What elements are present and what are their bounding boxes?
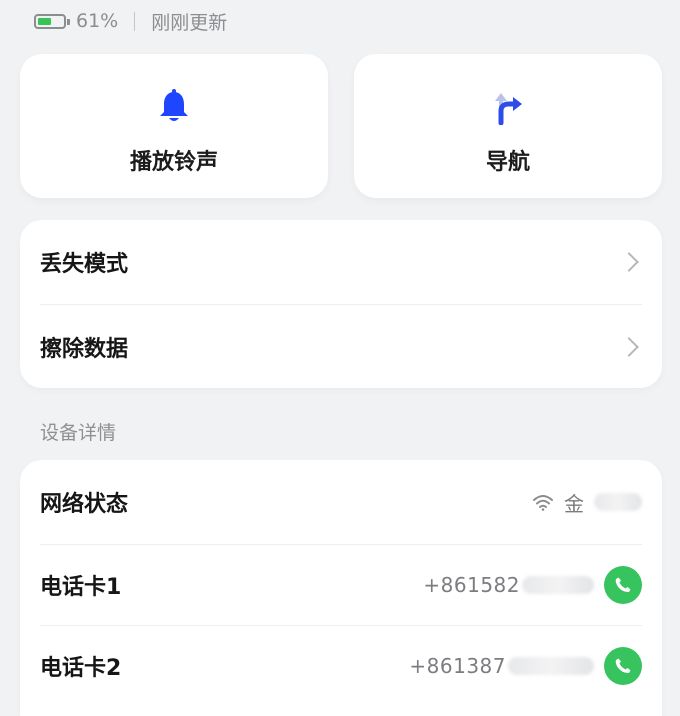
sim-card-1-label: 电话卡1 [40, 575, 122, 600]
call-sim-card-1-button[interactable] [604, 566, 642, 604]
device-details-title: 设备详情 [40, 422, 117, 444]
update-status: 刚刚更新 [151, 11, 228, 34]
sim-card-2-number-text: +861387 [409, 654, 506, 678]
sim-card-1-number: +861582 [423, 573, 594, 597]
navigation-turn-icon [489, 88, 527, 126]
wifi-icon [533, 495, 553, 511]
sim-card-1-number-text: +861582 [423, 573, 520, 597]
phone-call-icon [615, 658, 631, 674]
network-status-row: 网络状态 金 [20, 460, 662, 544]
status-row: 61% 刚刚更新 [34, 6, 227, 36]
call-sim-card-2-button[interactable] [604, 647, 642, 685]
sim-card-2-row: 电话卡2 +861387 [20, 626, 662, 706]
sim-card-1-row: 电话卡1 +861582 [20, 545, 662, 625]
navigation-button[interactable]: 导航 [354, 54, 662, 198]
redacted-number [508, 657, 594, 675]
battery-icon [34, 13, 70, 29]
network-name: 金 [564, 491, 584, 516]
device-details-card: 网络状态 金 电话卡1 +861582 电话卡2 +861387 [20, 460, 662, 716]
chevron-right-icon [619, 252, 639, 272]
battery-fill [38, 17, 52, 25]
security-options-card: 丢失模式 擦除数据 [20, 220, 662, 388]
redacted-network-name [594, 493, 642, 511]
erase-data-label: 擦除数据 [40, 336, 129, 362]
phone-call-icon [615, 577, 631, 593]
sim-card-2-label: 电话卡2 [40, 656, 122, 681]
lost-mode-label: 丢失模式 [40, 252, 129, 277]
redacted-number [522, 576, 594, 594]
erase-data-item[interactable]: 擦除数据 [20, 305, 662, 388]
chevron-right-icon [619, 336, 639, 357]
sim-card-2-value: +861387 [409, 647, 642, 685]
network-status-label: 网络状态 [40, 492, 129, 517]
battery-percent: 61% [76, 10, 119, 32]
play-ringtone-button[interactable]: 播放铃声 [20, 54, 328, 198]
bell-icon [155, 88, 193, 126]
status-divider [134, 11, 136, 31]
navigation-label: 导航 [485, 150, 530, 175]
erase-data-chevron-wrap [619, 336, 642, 357]
sim-card-1-value: +861582 [423, 566, 642, 604]
lost-mode-chevron-wrap [619, 252, 642, 272]
play-ringtone-label: 播放铃声 [129, 150, 218, 175]
lost-mode-item[interactable]: 丢失模式 [20, 220, 662, 304]
sim-card-2-number: +861387 [409, 654, 594, 678]
network-status-value: 金 [532, 488, 642, 517]
